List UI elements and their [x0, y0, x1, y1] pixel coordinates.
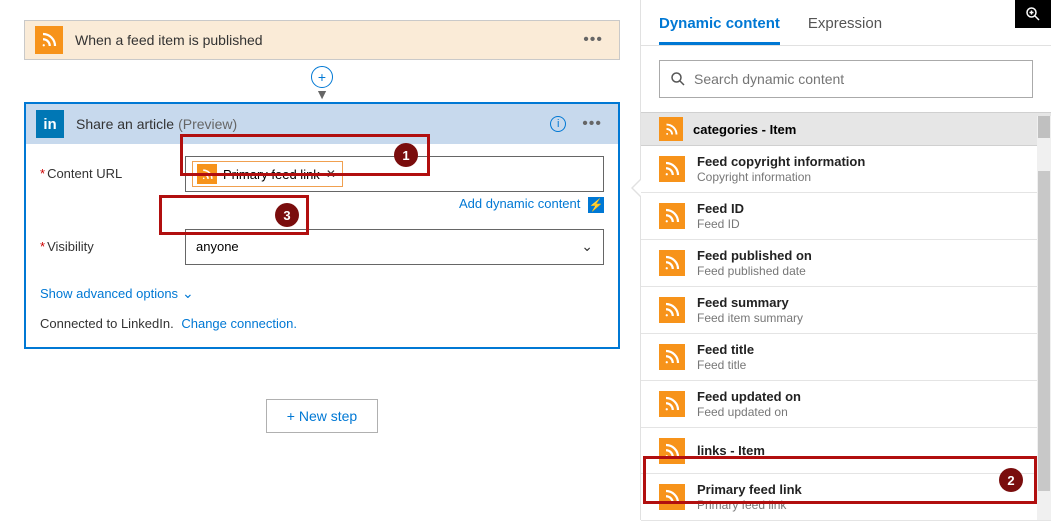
dynamic-content-item[interactable]: Feed IDFeed ID [641, 193, 1051, 240]
dynamic-content-item[interactable]: Feed copyright informationCopyright info… [641, 146, 1051, 193]
rss-icon [659, 344, 685, 370]
dynamic-item-title: Feed published on [697, 248, 812, 263]
rss-icon [35, 26, 63, 54]
panel-tabs: Dynamic content Expression [641, 0, 1051, 46]
info-icon[interactable]: i [550, 116, 566, 132]
dynamic-item-subtitle: Primary feed link [697, 498, 802, 512]
search-field[interactable] [694, 71, 1022, 87]
scroll-thumb[interactable] [1038, 116, 1050, 138]
rss-icon [659, 117, 683, 141]
connector: + ▼ [24, 60, 620, 102]
content-url-label: *Content URL [40, 156, 185, 181]
rss-icon [659, 438, 685, 464]
dynamic-item-title: Feed updated on [697, 389, 801, 404]
new-step-button[interactable]: + New step [266, 399, 378, 433]
show-advanced-link[interactable]: Show advanced options⌄ [40, 285, 194, 302]
chevron-down-icon: ⌄ [581, 238, 593, 255]
dynamic-section-header: categories - Item [641, 112, 1051, 146]
dynamic-content-item[interactable]: Primary feed linkPrimary feed link [641, 474, 1051, 521]
dynamic-item-title: Feed summary [697, 295, 803, 310]
dynamic-content-item[interactable]: links - Item [641, 428, 1051, 474]
dynamic-item-title: Primary feed link [697, 482, 802, 497]
tab-expression[interactable]: Expression [808, 7, 882, 45]
visibility-select[interactable]: anyone ⌄ [185, 229, 604, 265]
dynamic-content-list: Feed copyright informationCopyright info… [641, 146, 1051, 521]
add-dynamic-content-link[interactable]: Add dynamic content [459, 196, 580, 211]
action-header[interactable]: in Share an article (Preview) i ••• [26, 104, 618, 144]
dynamic-content-panel: Dynamic content Expression categories - … [640, 0, 1051, 520]
chevron-down-icon: ⌄ [182, 285, 194, 302]
search-icon [670, 71, 686, 87]
rss-icon [659, 297, 685, 323]
rss-icon [659, 391, 685, 417]
dynamic-item-subtitle: Feed ID [697, 217, 744, 231]
tab-dynamic-content[interactable]: Dynamic content [659, 7, 780, 45]
rss-icon [659, 250, 685, 276]
connection-info: Connected to LinkedIn. Change connection… [40, 316, 604, 331]
action-card: in Share an article (Preview) i ••• *Con… [24, 102, 620, 349]
dynamic-item-subtitle: Feed title [697, 358, 754, 372]
dynamic-content-item[interactable]: Feed summaryFeed item summary [641, 287, 1051, 334]
action-title: Share an article [76, 116, 174, 132]
trigger-card[interactable]: When a feed item is published ••• [24, 20, 620, 60]
dynamic-item-subtitle: Feed published date [697, 264, 812, 278]
rss-icon [659, 156, 685, 182]
add-dynamic-icon[interactable]: ⚡ [588, 197, 604, 213]
dynamic-item-title: Feed copyright information [697, 154, 865, 169]
change-connection-link[interactable]: Change connection. [181, 316, 297, 331]
visibility-label: *Visibility [40, 229, 185, 254]
content-url-input[interactable]: Primary feed link ✕ [185, 156, 604, 192]
insert-step-button[interactable]: + [311, 66, 333, 88]
trigger-title: When a feed item is published [75, 32, 577, 48]
token-remove-icon[interactable]: ✕ [326, 167, 336, 181]
scrollbar[interactable] [1037, 116, 1051, 520]
dynamic-item-title: Feed title [697, 342, 754, 357]
arrow-down-icon: ▼ [315, 86, 329, 102]
dynamic-item-subtitle: Copyright information [697, 170, 865, 184]
scroll-thumb[interactable] [1038, 171, 1050, 491]
dynamic-item-subtitle: Feed updated on [697, 405, 801, 419]
dynamic-content-item[interactable]: Feed updated onFeed updated on [641, 381, 1051, 428]
more-icon[interactable]: ••• [576, 115, 608, 133]
rss-icon [659, 484, 685, 510]
linkedin-icon: in [36, 110, 64, 138]
token-primary-feed-link[interactable]: Primary feed link ✕ [192, 161, 343, 187]
search-dynamic-input[interactable] [659, 60, 1033, 98]
dynamic-content-item[interactable]: Feed published onFeed published date [641, 240, 1051, 287]
zoom-in-button[interactable] [1015, 0, 1051, 28]
dynamic-item-title: links - Item [697, 443, 765, 458]
dynamic-item-title: Feed ID [697, 201, 744, 216]
visibility-value: anyone [196, 239, 239, 254]
action-preview-label: (Preview) [178, 116, 237, 132]
rss-icon [659, 203, 685, 229]
dynamic-content-item[interactable]: Feed titleFeed title [641, 334, 1051, 381]
dynamic-item-subtitle: Feed item summary [697, 311, 803, 325]
rss-icon [197, 164, 217, 184]
more-icon[interactable]: ••• [577, 31, 609, 49]
